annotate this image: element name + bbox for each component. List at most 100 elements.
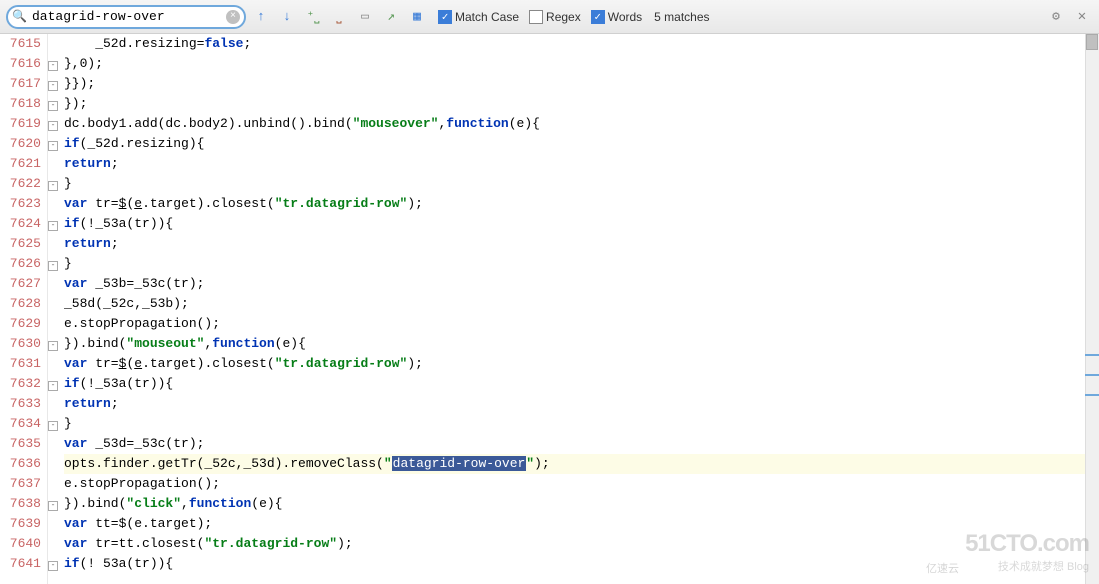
code-line[interactable]: }).bind("mouseout",function(e){ (64, 334, 1099, 354)
code-line[interactable]: return; (64, 154, 1099, 174)
line-number: 7627 (0, 274, 41, 294)
close-search-button[interactable]: ✕ (1071, 6, 1093, 28)
words-checkbox[interactable]: ✓ Words (591, 10, 642, 24)
clear-search-icon[interactable]: × (226, 10, 240, 24)
export-button[interactable]: ↗ (380, 6, 402, 28)
line-number: 7624 (0, 214, 41, 234)
line-number: 7631 (0, 354, 41, 374)
match-case-checkbox[interactable]: ✓ Match Case (438, 10, 519, 24)
watermark-yisu: 亿速云 (926, 560, 959, 576)
code-line[interactable]: e.stopPropagation(); (64, 314, 1099, 334)
regex-checkbox[interactable]: Regex (529, 10, 581, 24)
line-number: 7626 (0, 254, 41, 274)
code-line[interactable]: _58d(_52c,_53b); (64, 294, 1099, 314)
code-line[interactable]: if(_52d.resizing){ (64, 134, 1099, 154)
line-number: 7635 (0, 434, 41, 454)
code-line[interactable]: var tt=$(e.target); (64, 514, 1099, 534)
line-number: 7629 (0, 314, 41, 334)
code-line[interactable]: }}); (64, 74, 1099, 94)
search-result-mark[interactable] (1085, 374, 1099, 376)
watermark-51cto: 51CTO.com 技术成就梦想 Blog (965, 530, 1089, 574)
code-line[interactable]: if(!_53a(tr)){ (64, 214, 1099, 234)
search-result-mark[interactable] (1085, 394, 1099, 396)
line-number: 7638 (0, 494, 41, 514)
checkbox-icon (529, 10, 543, 24)
regex-label: Regex (546, 10, 581, 24)
search-toolbar: 🔍 × ↑ ↓ ⁺⎵ ⎵ ▭ ↗ ▦ ✓ Match Case Regex ✓ … (0, 0, 1099, 34)
fold-toggle-icon[interactable]: - (48, 561, 58, 571)
line-number: 7639 (0, 514, 41, 534)
code-line[interactable]: dc.body1.add(dc.body2).unbind().bind("mo… (64, 114, 1099, 134)
line-number: 7633 (0, 394, 41, 414)
fold-toggle-icon[interactable]: - (48, 261, 58, 271)
fold-toggle-icon[interactable]: - (48, 421, 58, 431)
line-number: 7623 (0, 194, 41, 214)
fold-toggle-icon[interactable]: - (48, 341, 58, 351)
code-line[interactable]: }).bind("click",function(e){ (64, 494, 1099, 514)
find-next-button[interactable]: ↓ (276, 6, 298, 28)
line-number: 7640 (0, 534, 41, 554)
words-label: Words (608, 10, 642, 24)
fold-gutter: - - - - - - - - - - - - - (48, 34, 64, 584)
line-number: 7615 (0, 34, 41, 54)
code-line[interactable]: _52d.resizing=false; (64, 34, 1099, 54)
line-number: 7622 (0, 174, 41, 194)
match-case-label: Match Case (455, 10, 519, 24)
code-line[interactable]: e.stopPropagation(); (64, 474, 1099, 494)
code-line[interactable]: var tr=tt.closest("tr.datagrid-row"); (64, 534, 1099, 554)
code-line[interactable]: if(!_53a(tr)){ (64, 374, 1099, 394)
filter-button[interactable]: ▦ (406, 6, 428, 28)
line-number: 7618 (0, 94, 41, 114)
fold-toggle-icon[interactable]: - (48, 81, 58, 91)
code-line[interactable]: opts.finder.getTr(_52c,_53d).removeClass… (64, 454, 1099, 474)
code-line[interactable]: },0); (64, 54, 1099, 74)
search-result-mark[interactable] (1085, 354, 1099, 356)
fold-toggle-icon[interactable]: - (48, 181, 58, 191)
settings-button[interactable]: ⚙ (1045, 6, 1067, 28)
search-field-wrap: 🔍 × (6, 5, 246, 29)
fold-toggle-icon[interactable]: - (48, 381, 58, 391)
editor-area: 7615761676177618761976207621762276237624… (0, 34, 1099, 584)
fold-toggle-icon[interactable]: - (48, 221, 58, 231)
code-line[interactable]: } (64, 414, 1099, 434)
code-line[interactable]: }); (64, 94, 1099, 114)
line-number-gutter: 7615761676177618761976207621762276237624… (0, 34, 48, 584)
code-line[interactable]: return; (64, 394, 1099, 414)
fold-toggle-icon[interactable]: - (48, 141, 58, 151)
toggle-multiline-button[interactable]: ▭ (354, 6, 376, 28)
scrollbar-thumb[interactable] (1086, 34, 1098, 50)
line-number: 7636 (0, 454, 41, 474)
code-line[interactable]: } (64, 254, 1099, 274)
line-number: 7628 (0, 294, 41, 314)
find-prev-button[interactable]: ↑ (250, 6, 272, 28)
add-selection-button[interactable]: ⁺⎵ (302, 6, 324, 28)
line-number: 7637 (0, 474, 41, 494)
search-input[interactable] (6, 5, 246, 29)
fold-toggle-icon[interactable]: - (48, 101, 58, 111)
line-number: 7632 (0, 374, 41, 394)
code-line[interactable]: var tr=$(e.target).closest("tr.datagrid-… (64, 194, 1099, 214)
code-line[interactable]: return; (64, 234, 1099, 254)
line-number: 7630 (0, 334, 41, 354)
line-number: 7620 (0, 134, 41, 154)
line-number: 7641 (0, 554, 41, 574)
line-number: 7621 (0, 154, 41, 174)
line-number: 7619 (0, 114, 41, 134)
checkbox-icon: ✓ (591, 10, 605, 24)
code-line[interactable]: var tr=$(e.target).closest("tr.datagrid-… (64, 354, 1099, 374)
fold-toggle-icon[interactable]: - (48, 121, 58, 131)
line-number: 7625 (0, 234, 41, 254)
line-number: 7634 (0, 414, 41, 434)
code-line[interactable]: } (64, 174, 1099, 194)
fold-toggle-icon[interactable]: - (48, 61, 58, 71)
checkbox-icon: ✓ (438, 10, 452, 24)
fold-toggle-icon[interactable]: - (48, 501, 58, 511)
scrollbar-track[interactable] (1085, 34, 1099, 584)
code-area[interactable]: _52d.resizing=false;},0);}});});dc.body1… (64, 34, 1099, 584)
line-number: 7617 (0, 74, 41, 94)
code-line[interactable]: var _53b=_53c(tr); (64, 274, 1099, 294)
select-all-button[interactable]: ⎵ (328, 6, 350, 28)
line-number: 7616 (0, 54, 41, 74)
match-count: 5 matches (654, 10, 709, 24)
code-line[interactable]: var _53d=_53c(tr); (64, 434, 1099, 454)
